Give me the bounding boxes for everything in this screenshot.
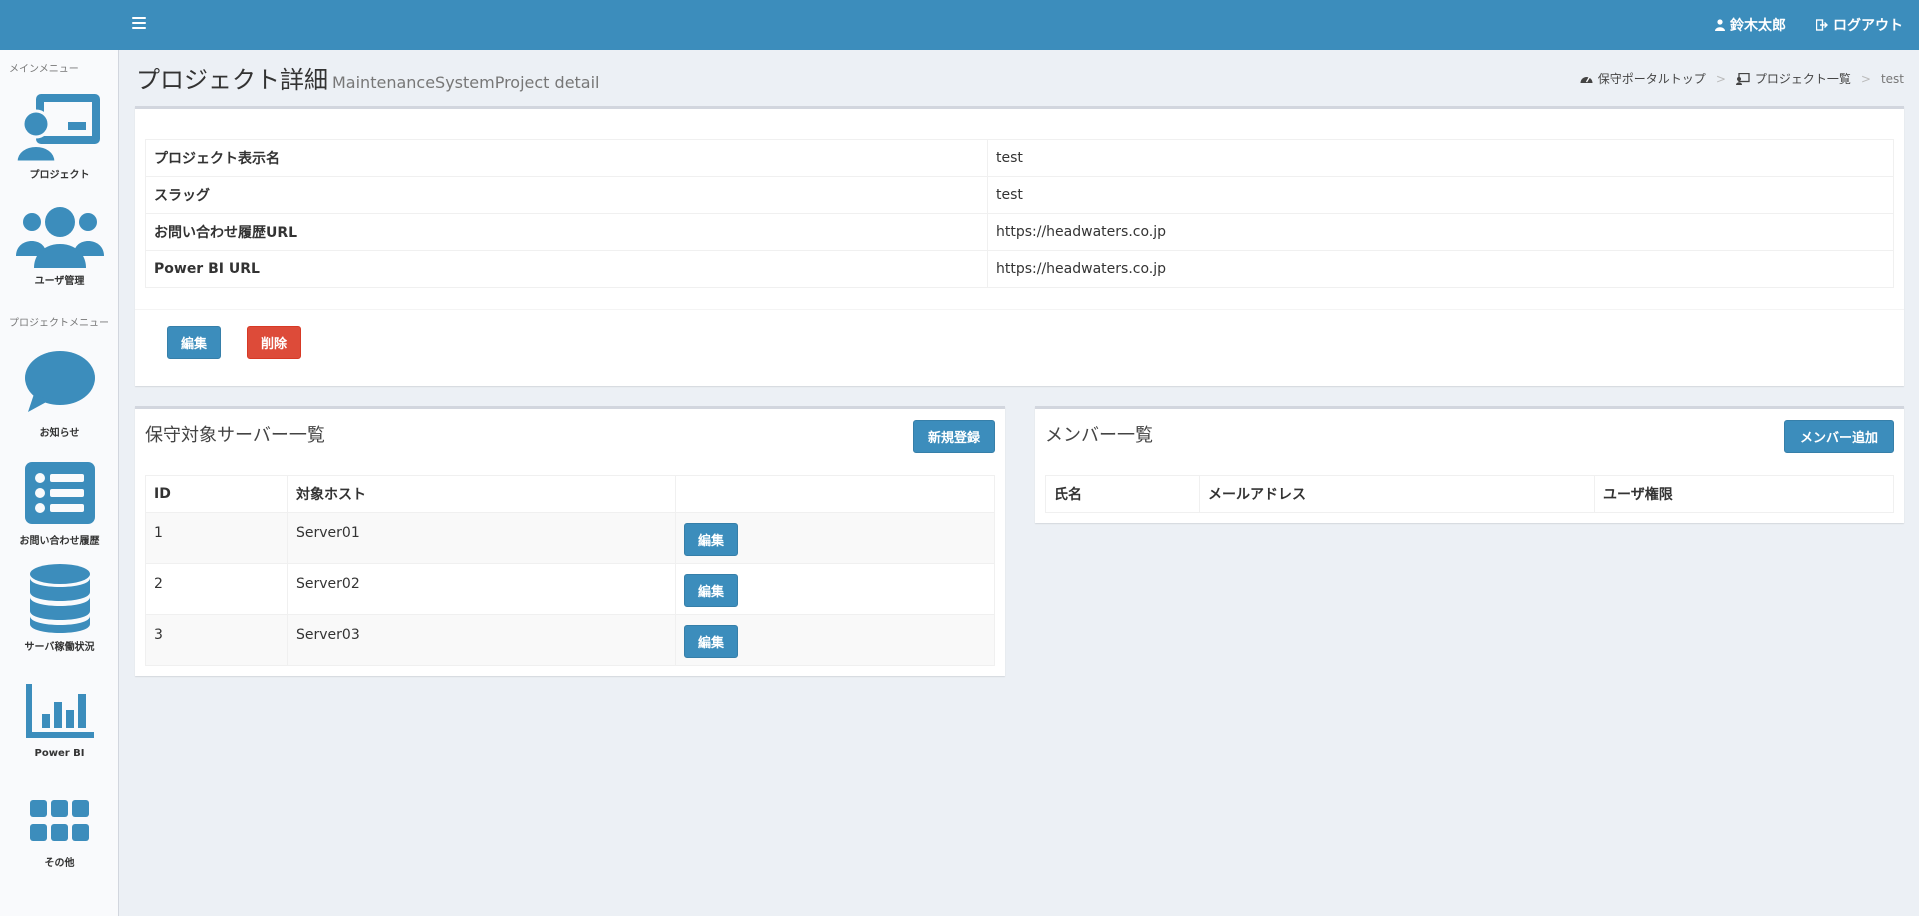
list-icon (24, 462, 95, 524)
action-cell: 編集 (675, 512, 995, 564)
sidebar-item-label: その他 (44, 858, 75, 869)
table-row: お問い合わせ履歴URL https://headwaters.co.jp (145, 213, 1894, 251)
detail-key: プロジェクト表示名 (145, 139, 988, 177)
column-header-host: 対象ホスト (287, 475, 676, 513)
top-navbar: 鈴木太郎 ログアウト (0, 0, 1919, 50)
sidebar-item-label: お知らせ (39, 428, 80, 439)
server-id: 2 (145, 563, 288, 615)
column-header-action (675, 475, 995, 513)
main-menu-header: メインメニュー (9, 64, 79, 75)
breadcrumb-current: test (1880, 71, 1904, 86)
box-footer: 編集 削除 (135, 309, 1904, 359)
sidebar-item-powerbi[interactable]: Power BI (0, 684, 119, 759)
column-header-id: ID (145, 475, 288, 513)
sidebar-item-server-status[interactable]: サーバ稼働状況 (0, 564, 119, 653)
detail-key: スラッグ (145, 176, 988, 214)
breadcrumb: 保守ポータルトップ > プロジェクト一覧 > test (1580, 70, 1904, 87)
sidebar-item-label: プロジェクト (29, 170, 90, 181)
sidebar-item-label: Power BI (34, 748, 85, 759)
server-host: Server02 (287, 563, 676, 615)
member-list-title: メンバー一覧 (1045, 425, 1153, 446)
user-icon (1715, 19, 1725, 31)
bar-chart-icon (25, 684, 94, 738)
server-list-box: 保守対象サーバー一覧 新規登録 ID 対象ホスト 1 Server01 編集 2… (135, 406, 1005, 676)
users-icon (15, 207, 104, 268)
breadcrumb-label: 保守ポータルトップ (1597, 72, 1706, 86)
detail-value: https://headwaters.co.jp (987, 250, 1894, 288)
server-list-title: 保守対象サーバー一覧 (145, 425, 325, 446)
logout-link[interactable]: ログアウト (1816, 15, 1903, 35)
table-row: 1 Server01 編集 (145, 512, 995, 564)
breadcrumb-label: プロジェクト一覧 (1754, 72, 1851, 86)
content-header: プロジェクト詳細 MaintenanceSystemProject detail … (136, 60, 1904, 100)
table-row: プロジェクト表示名 test (145, 139, 1894, 177)
project-presentation-icon (1735, 72, 1750, 85)
table-row: Power BI URL https://headwaters.co.jp (145, 250, 1894, 288)
server-id: 1 (145, 512, 288, 564)
table-row: スラッグ test (145, 176, 1894, 214)
logout-label: ログアウト (1833, 18, 1903, 34)
sidebar-item-other[interactable]: その他 (0, 800, 119, 869)
detail-key: Power BI URL (145, 250, 988, 288)
edit-project-button[interactable]: 編集 (167, 326, 221, 359)
column-header-role: ユーザ権限 (1594, 475, 1894, 513)
table-row: 2 Server02 編集 (145, 563, 995, 615)
page-title: プロジェクト詳細 MaintenanceSystemProject detail (136, 60, 600, 95)
server-host: Server03 (287, 614, 676, 666)
member-table: 氏名 メールアドレス ユーザ権限 (1045, 475, 1894, 513)
table-row: 3 Server03 編集 (145, 614, 995, 666)
project-detail-box: プロジェクト表示名 test スラッグ test お問い合わせ履歴URL htt… (135, 106, 1904, 386)
sidebar-item-project[interactable]: プロジェクト (0, 92, 119, 181)
grid-icon (29, 800, 89, 841)
member-list-box: メンバー一覧 メンバー追加 氏名 メールアドレス ユーザ権限 (1035, 406, 1904, 523)
edit-server-button[interactable]: 編集 (684, 625, 738, 658)
column-header-name: 氏名 (1045, 475, 1200, 513)
navbar-right: 鈴木太郎 ログアウト (1715, 0, 1903, 50)
breadcrumb-home[interactable]: 保守ポータルトップ (1580, 70, 1706, 87)
sidebar-item-notices[interactable]: お知らせ (0, 350, 119, 439)
database-icon (29, 564, 90, 633)
logout-icon (1816, 19, 1828, 31)
edit-server-button[interactable]: 編集 (684, 574, 738, 607)
table-header-row: ID 対象ホスト (145, 475, 995, 513)
page-subtitle: MaintenanceSystemProject detail (332, 73, 600, 92)
breadcrumb-separator: > (1715, 71, 1726, 86)
sidebar-item-label: ユーザ管理 (34, 276, 85, 287)
hamburger-menu-icon[interactable] (132, 17, 146, 31)
user-menu[interactable]: 鈴木太郎 (1715, 15, 1786, 35)
page-title-text: プロジェクト詳細 (136, 66, 328, 94)
edit-server-button[interactable]: 編集 (684, 523, 738, 556)
speech-bubble-icon (24, 351, 95, 412)
breadcrumb-project-list[interactable]: プロジェクト一覧 (1735, 70, 1851, 87)
delete-project-button[interactable]: 削除 (247, 326, 301, 359)
detail-key: お問い合わせ履歴URL (145, 213, 988, 251)
add-member-button[interactable]: メンバー追加 (1784, 420, 1894, 453)
project-menu-header: プロジェクトメニュー (9, 318, 109, 329)
sidebar: メインメニュー プロジェクト ユーザ管理 プロジェクトメニュー お知らせ お問い… (0, 50, 119, 916)
server-id: 3 (145, 614, 288, 666)
sidebar-item-label: お問い合わせ履歴 (19, 536, 100, 547)
new-server-button[interactable]: 新規登録 (913, 420, 995, 453)
server-host: Server01 (287, 512, 676, 564)
detail-value: test (987, 139, 1894, 177)
sidebar-item-label: サーバ稼働状況 (24, 642, 95, 653)
user-name: 鈴木太郎 (1730, 18, 1786, 34)
sidebar-item-inquiry-history[interactable]: お問い合わせ履歴 (0, 462, 119, 547)
table-header-row: 氏名 メールアドレス ユーザ権限 (1045, 475, 1894, 513)
dashboard-icon (1580, 76, 1593, 83)
server-table: ID 対象ホスト 1 Server01 編集 2 Server02 編集 3 S… (145, 475, 995, 666)
action-cell: 編集 (675, 614, 995, 666)
project-detail-table: プロジェクト表示名 test スラッグ test お問い合わせ履歴URL htt… (145, 139, 1894, 288)
project-presentation-icon (15, 94, 100, 162)
detail-value: test (987, 176, 1894, 214)
breadcrumb-separator: > (1860, 71, 1871, 86)
column-header-email: メールアドレス (1199, 475, 1595, 513)
sidebar-item-users[interactable]: ユーザ管理 (0, 206, 119, 287)
action-cell: 編集 (675, 563, 995, 615)
detail-value: https://headwaters.co.jp (987, 213, 1894, 251)
